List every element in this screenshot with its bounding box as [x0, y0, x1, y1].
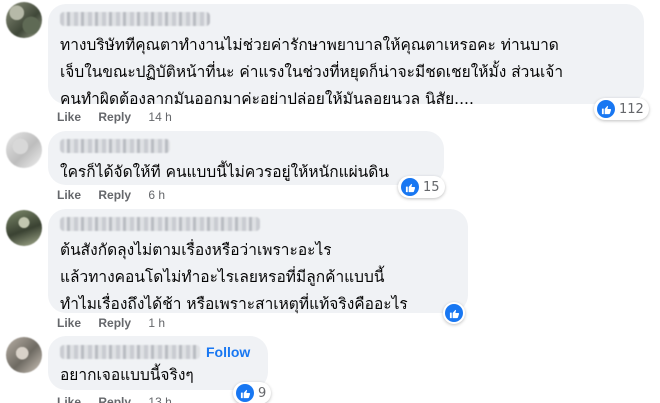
avatar[interactable] [6, 132, 42, 168]
thumbs-up-icon [445, 304, 463, 322]
reply-button[interactable]: Reply [98, 316, 131, 330]
like-button[interactable]: Like [57, 110, 81, 124]
comment-bubble: Follow อยากเจอแบบนี้จริงๆ [48, 336, 268, 390]
comment-actions: Like Reply 1 h [57, 316, 179, 330]
reaction-count[interactable]: 112 [594, 98, 649, 120]
commenter-name[interactable] [60, 345, 200, 359]
reply-button[interactable]: Reply [98, 188, 131, 202]
timestamp[interactable]: 14 h [148, 110, 171, 124]
comment-text: ใครก็ได้จัดให้ที คนแบบนี้ไม่ควรอยู่ให้หน… [60, 163, 389, 181]
commenter-name[interactable] [60, 217, 260, 231]
thumbs-up-icon [236, 384, 254, 402]
timestamp[interactable]: 6 h [148, 188, 165, 202]
reply-button[interactable]: Reply [98, 110, 131, 124]
comment-bubble: ทางบริษัททีคุณตาทำงานไม่ช่วยค่ารักษาพยาบ… [48, 4, 644, 108]
avatar[interactable] [6, 210, 42, 246]
avatar[interactable] [6, 2, 42, 38]
comment-text: ต้นสังกัดลุงไม่ตามเรื่องหรือว่าเพราะอะไร… [60, 241, 408, 313]
comment-actions: Like Reply 6 h [57, 188, 179, 202]
reaction-count[interactable]: 9 [233, 382, 272, 403]
comment-text: ทางบริษัททีคุณตาทำงานไม่ช่วยค่ารักษาพยาบ… [60, 36, 564, 108]
like-button[interactable]: Like [57, 316, 81, 330]
reaction-count[interactable]: 15 [398, 176, 445, 198]
like-button[interactable]: Like [57, 188, 81, 202]
like-button[interactable]: Like [57, 395, 81, 403]
thumbs-up-icon [401, 178, 419, 196]
comment-actions: Like Reply 13 h [57, 395, 186, 403]
comment-bubble: ต้นสังกัดลุงไม่ตามเรื่องหรือว่าเพราะอะไร… [48, 209, 468, 313]
commenter-name[interactable] [60, 12, 210, 26]
comment-bubble: ใครก็ได้จัดให้ที คนแบบนี้ไม่ควรอยู่ให้หน… [48, 131, 444, 185]
timestamp[interactable]: 13 h [148, 395, 171, 403]
follow-button[interactable]: Follow [206, 344, 250, 360]
reaction-number: 9 [258, 385, 267, 401]
thumbs-up-icon [597, 100, 615, 118]
avatar[interactable] [6, 337, 42, 373]
reaction-count[interactable] [443, 302, 465, 324]
reply-button[interactable]: Reply [98, 395, 131, 403]
timestamp[interactable]: 1 h [148, 316, 165, 330]
reaction-number: 15 [423, 179, 440, 195]
comment-actions: Like Reply 14 h [57, 110, 186, 124]
reaction-number: 112 [619, 101, 644, 117]
commenter-name[interactable] [60, 139, 170, 153]
comment-text: อยากเจอแบบนี้จริงๆ [60, 366, 194, 384]
